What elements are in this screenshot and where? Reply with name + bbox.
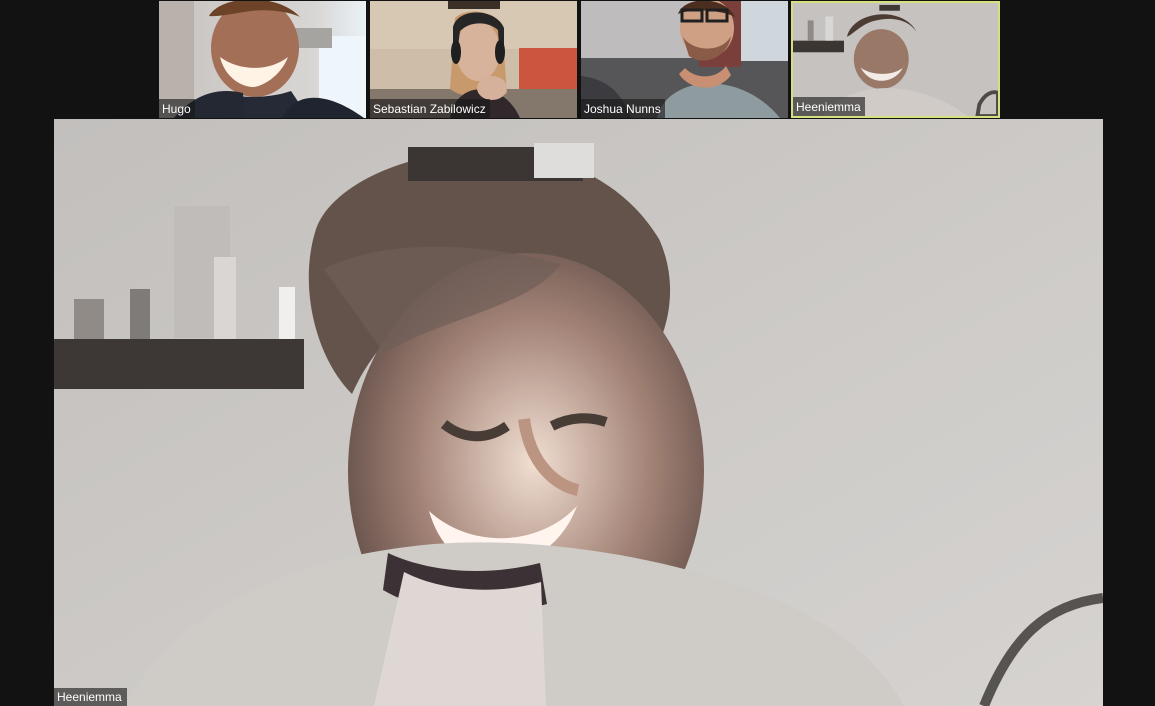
- participant-name-label: Heeniemma: [793, 97, 865, 116]
- participant-tile-joshua-nunns[interactable]: Joshua Nunns: [581, 1, 788, 118]
- participant-name-label: Joshua Nunns: [581, 99, 665, 118]
- active-speaker-name-label: Heeniemma: [54, 688, 127, 706]
- participant-tile-sebastian-zabilowicz[interactable]: Sebastian Zabilowicz: [370, 1, 577, 118]
- participant-tile-hugo[interactable]: Hugo: [159, 1, 366, 118]
- participant-name-label: Hugo: [159, 99, 195, 118]
- active-speaker-feed: [54, 119, 1103, 706]
- video-meeting-window: Hugo Sebastian Zabilowicz Joshua Nunns H…: [0, 0, 1155, 706]
- participant-name-label: Sebastian Zabilowicz: [370, 99, 490, 118]
- participant-thumbnail-strip: Hugo Sebastian Zabilowicz Joshua Nunns H…: [159, 1, 1001, 119]
- active-speaker-video[interactable]: Heeniemma: [54, 119, 1103, 706]
- participant-tile-heeniemma[interactable]: Heeniemma: [791, 1, 1000, 118]
